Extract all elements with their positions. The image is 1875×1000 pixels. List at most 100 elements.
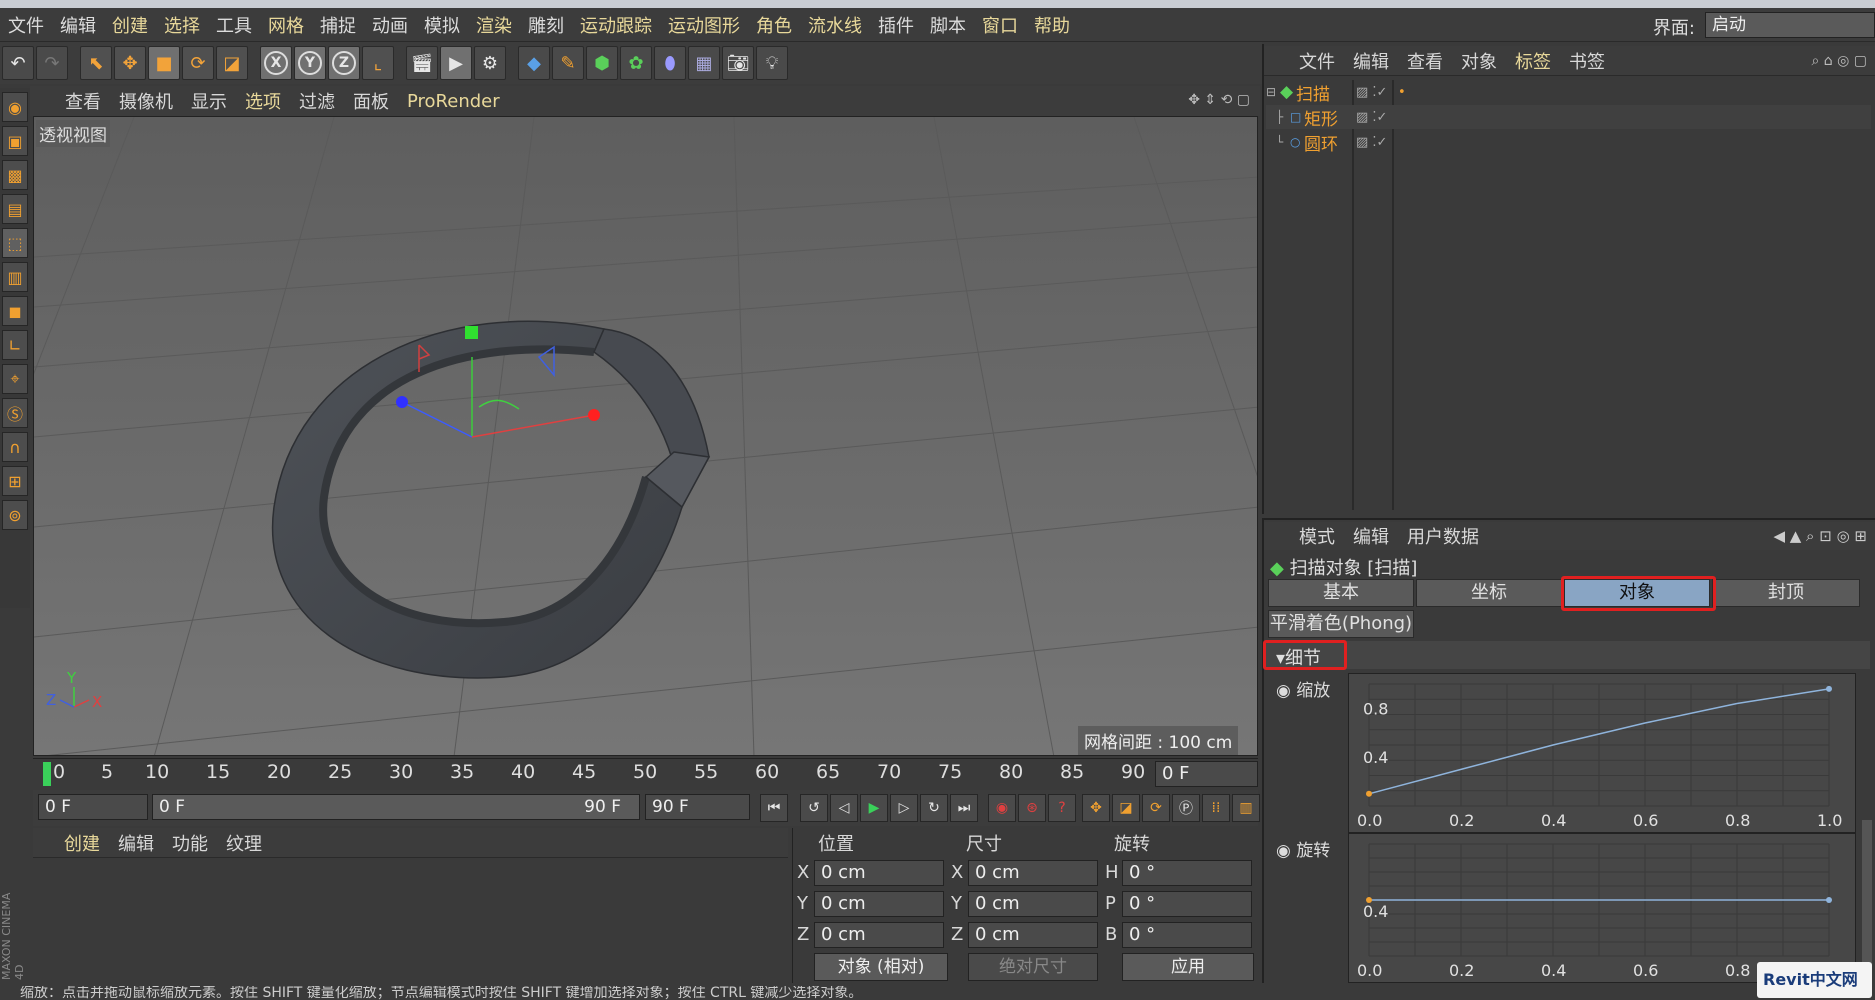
object-menu-tags[interactable]: 标签 (1506, 48, 1560, 74)
key-position-button[interactable]: ✥ (1082, 794, 1110, 822)
lock-workplane-button[interactable]: ⊞ (2, 466, 28, 496)
attribute-menu-mode[interactable]: 模式 (1290, 523, 1344, 549)
viewport-menu-prorender[interactable]: ProRender (398, 91, 509, 112)
prev-frame-button[interactable]: ◁ (830, 794, 858, 822)
array-button[interactable]: ✿ (620, 46, 652, 80)
viewport-menu-panel[interactable]: 面板 (344, 88, 398, 114)
timeline-window-button[interactable]: ▥ (1232, 794, 1260, 822)
rotate-spline-graph[interactable]: 0.40.00.20.40.60.81.0 (1348, 833, 1856, 983)
menu-tools[interactable]: 工具 (208, 12, 260, 38)
coordinate-system-button[interactable]: ⌞ (362, 46, 394, 80)
object-menu-objects[interactable]: 对象 (1452, 48, 1506, 74)
next-key-button[interactable]: ↻ (920, 794, 948, 822)
menu-character[interactable]: 角色 (748, 12, 800, 38)
detail-section-header[interactable]: ▾细节 (1266, 641, 1870, 669)
autokey-button[interactable]: ⊛ (1018, 794, 1046, 822)
spline-knot[interactable] (1826, 685, 1832, 692)
menu-create[interactable]: 创建 (104, 12, 156, 38)
x-axis-lock-button[interactable]: X (260, 46, 292, 80)
goto-end-button[interactable]: ⏭ (950, 794, 978, 822)
model-mode-button[interactable]: ▣ (2, 126, 28, 156)
timeline-ruler[interactable]: 0 5 10 15 20 25 30 35 40 45 50 55 60 65 … (33, 758, 1258, 788)
object-row-circle[interactable]: └ ○ 圆环 ▨ ⁚✓ (1266, 130, 1871, 155)
viewport-menu-view[interactable]: 查看 (56, 88, 110, 114)
pos-y-field[interactable]: 0 cm (814, 891, 944, 917)
y-axis-lock-button[interactable]: Y (294, 46, 326, 80)
viewport-menu-cameras[interactable]: 摄像机 (110, 88, 182, 114)
size-y-field[interactable]: 0 cm (968, 891, 1098, 917)
visibility-toggle[interactable]: ▨ ⁚✓ (1356, 135, 1387, 150)
gizmo-x-handle[interactable] (588, 409, 600, 421)
material-menu-texture[interactable]: 纹理 (217, 830, 271, 856)
scale-button[interactable]: ■ (148, 46, 180, 80)
viewport-menu-options[interactable]: 选项 (236, 88, 290, 114)
visibility-toggle[interactable]: ▨ ⁚✓ (1356, 110, 1387, 125)
scale-spline-graph[interactable]: 0.8 0.4 0.0 0.2 0.4 0.6 0.8 1.0 (1348, 673, 1856, 833)
undo-button[interactable]: ↶ (2, 46, 34, 80)
axis-mode-button[interactable]: ∟ (2, 330, 28, 360)
points-mode-button[interactable]: ⬚ (2, 228, 28, 258)
viewport-menu-filter[interactable]: 过滤 (290, 88, 344, 114)
menu-snap[interactable]: 捕捉 (312, 12, 364, 38)
material-menu-create[interactable]: 创建 (55, 830, 109, 856)
tab-phong[interactable]: 平滑着色(Phong) (1268, 610, 1414, 638)
key-parameter-button[interactable]: Ⓟ (1172, 794, 1200, 822)
cube-button[interactable]: ◆ (518, 46, 550, 80)
gizmo-z-handle[interactable] (396, 396, 408, 408)
menu-edit[interactable]: 编辑 (52, 12, 104, 38)
key-scale-button[interactable]: ◪ (1112, 794, 1140, 822)
interface-select[interactable]: 启动 (1705, 12, 1875, 38)
object-row-sweep[interactable]: ⊟ ◆ 扫描 ▨ ⁚✓ • (1266, 80, 1871, 105)
prev-key-button[interactable]: ↺ (800, 794, 828, 822)
menu-pipeline[interactable]: 流水线 (800, 12, 870, 38)
gizmo-y-handle[interactable] (465, 326, 478, 339)
menu-plugins[interactable]: 插件 (870, 12, 922, 38)
workplane-mode-button[interactable]: ▤ (2, 194, 28, 224)
texture-mode-button[interactable]: ▩ (2, 160, 28, 190)
subdivision-button[interactable]: ⬢ (586, 46, 618, 80)
attribute-menu-userdata[interactable]: 用户数据 (1398, 523, 1488, 549)
rotate-button[interactable]: ⟳ (182, 46, 214, 80)
play-button[interactable]: ▶ (860, 794, 888, 822)
object-search-icon[interactable]: ⌕ ⌂ ◎ ▢ (1811, 53, 1867, 69)
snap-button[interactable]: Ⓢ (2, 398, 28, 428)
record-button[interactable]: ◉ (988, 794, 1016, 822)
menu-window[interactable]: 窗口 (974, 12, 1026, 38)
spline-knot[interactable] (1366, 790, 1372, 797)
menu-animate[interactable]: 动画 (364, 12, 416, 38)
render-picture-viewer-button[interactable]: ▶ (440, 46, 472, 80)
perspective-viewport[interactable]: Y X Z (33, 116, 1258, 756)
menu-mograph[interactable]: 运动图形 (660, 12, 748, 38)
size-x-field[interactable]: 0 cm (968, 860, 1098, 886)
tab-caps[interactable]: 封顶 (1712, 579, 1860, 607)
attribute-menu-edit[interactable]: 编辑 (1344, 523, 1398, 549)
collapse-icon[interactable]: ⊟ (1266, 85, 1280, 99)
size-z-field[interactable]: 0 cm (968, 922, 1098, 948)
timeline-playhead[interactable] (43, 762, 51, 786)
tag-icon[interactable]: • (1398, 85, 1406, 100)
menu-script[interactable]: 脚本 (922, 12, 974, 38)
menu-sculpt[interactable]: 雕刻 (520, 12, 572, 38)
start-frame-field[interactable]: 0 F (38, 794, 148, 820)
viewport-menu-display[interactable]: 显示 (182, 88, 236, 114)
polygons-mode-button[interactable]: ◼ (2, 296, 28, 326)
object-row-rectangle[interactable]: ├ □ 矩形 ▨ ⁚✓ (1266, 105, 1871, 130)
deformer-button[interactable]: ⬮ (654, 46, 686, 80)
end-frame-field[interactable]: 90 F (645, 794, 750, 820)
tab-basic[interactable]: 基本 (1268, 579, 1414, 607)
material-menu-edit[interactable]: 编辑 (109, 830, 163, 856)
object-menu-view[interactable]: 查看 (1398, 48, 1452, 74)
recent-tool-button[interactable]: ◪ (216, 46, 248, 80)
rot-p-field[interactable]: 0 ° (1122, 891, 1252, 917)
apply-button[interactable]: 应用 (1122, 953, 1254, 981)
menu-file[interactable]: 文件 (0, 12, 52, 38)
menu-select[interactable]: 选择 (156, 12, 208, 38)
menu-mesh[interactable]: 网格 (260, 12, 312, 38)
live-selection-button[interactable]: ⬉ (80, 46, 112, 80)
material-menu-function[interactable]: 功能 (163, 830, 217, 856)
planar-workplane-button[interactable]: ⊚ (2, 500, 28, 530)
render-view-button[interactable]: 🎬︎ (406, 46, 438, 80)
edit-render-settings-button[interactable]: ⚙ (474, 46, 506, 80)
next-frame-button[interactable]: ▷ (890, 794, 918, 822)
key-rotation-button[interactable]: ⟳ (1142, 794, 1170, 822)
